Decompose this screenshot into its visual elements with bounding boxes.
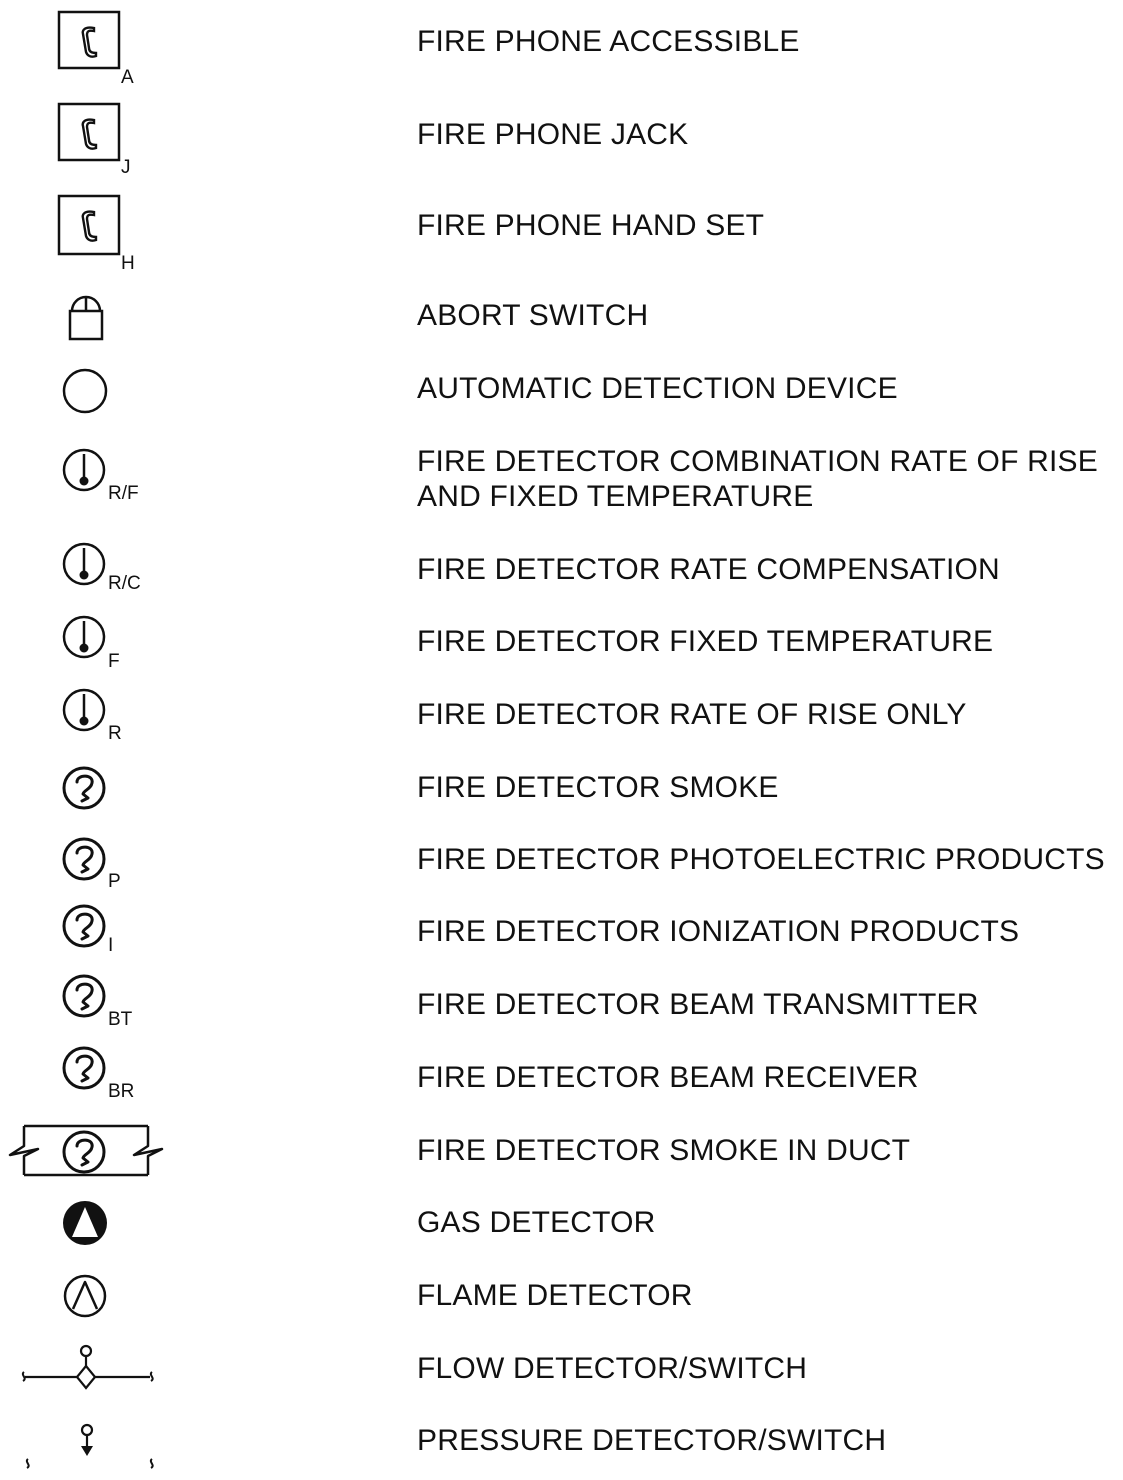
duct-smoke-detector-icon [0,1112,180,1186]
legend-row-abort-switch: ABORT SWITCH [0,278,1123,354]
legend-label: FIRE DETECTOR COMBINATION RATE OF RISE [417,445,1098,478]
legend-row-fire-phone-jack: J FIRE PHONE JACK [0,92,1123,184]
symbol-subscript: F [108,651,120,672]
legend-row-fire-phone-accessible: A FIRE PHONE ACCESSIBLE [0,0,1123,92]
smoke-detector-icon [0,896,160,968]
legend-label: FIRE DETECTOR PHOTOELECTRIC PRODUCTS [417,843,1105,876]
smoke-detector-icon [0,1040,160,1112]
legend-label: FIRE DETECTOR RATE COMPENSATION [417,553,1000,586]
thermometer-icon [0,534,160,606]
legend-row-fire-detector-rate-of-rise-fixed: R/F FIRE DETECTOR COMBINATION RATE OF RI… [0,434,1123,534]
legend-label: FLAME DETECTOR [417,1279,693,1312]
legend-row-flame-detector: FLAME DETECTOR [0,1258,1123,1332]
legend-row-fire-detector-ionization: I FIRE DETECTOR IONIZATION PRODUCTS [0,896,1123,968]
legend-row-fire-phone-hand-set: H FIRE PHONE HAND SET [0,184,1123,278]
legend-label: FIRE PHONE HAND SET [417,209,765,242]
legend-row-fire-detector-smoke: FIRE DETECTOR SMOKE [0,752,1123,824]
gas-detector-icon [63,1201,107,1245]
legend-label: FIRE DETECTOR BEAM TRANSMITTER [417,988,979,1021]
legend-label: AUTOMATIC DETECTION DEVICE [417,372,898,405]
symbol-subscript: I [108,935,114,956]
legend-row-fire-detector-rate-of-rise-only: R FIRE DETECTOR RATE OF RISE ONLY [0,678,1123,752]
symbol-subscript: R/C [108,573,141,594]
symbol-subscript: R [108,723,122,744]
thermometer-icon [0,678,160,752]
symbol-subscript: A [121,67,134,88]
legend-row-pressure-detector-switch: PRESSURE DETECTOR/SWITCH [0,1404,1123,1480]
legend-label: GAS DETECTOR [417,1206,656,1239]
legend-row-automatic-detection-device: AUTOMATIC DETECTION DEVICE [0,354,1123,434]
legend-label: FIRE DETECTOR SMOKE IN DUCT [417,1134,911,1167]
symbol-subscript: BT [108,1009,133,1030]
legend-label: FIRE PHONE ACCESSIBLE [417,25,800,58]
symbol-subscript: H [121,253,135,274]
legend-label: FLOW DETECTOR/SWITCH [417,1352,808,1385]
legend-row-flow-detector-switch: FLOW DETECTOR/SWITCH [0,1332,1123,1404]
legend-label-line-2: AND FIXED TEMPERATURE [417,480,814,513]
fire-phone-icon [0,92,160,184]
smoke-detector-icon [0,752,160,824]
legend-row-fire-detector-beam-receiver: BR FIRE DETECTOR BEAM RECEIVER [0,1040,1123,1112]
legend-row-fire-detector-fixed-temperature: F FIRE DETECTOR FIXED TEMPERATURE [0,606,1123,678]
symbol-subscript: P [108,871,121,892]
circle-icon [0,354,160,434]
fire-phone-icon [0,184,160,278]
flame-detector-icon [0,1258,160,1332]
legend-label: FIRE DETECTOR RATE OF RISE ONLY [417,698,967,731]
symbol-subscript: J [121,157,131,178]
smoke-detector-icon [0,824,160,896]
abort-switch-icon [0,278,160,354]
smoke-detector-icon [0,968,160,1040]
legend-row-fire-detector-rate-compensation: R/C FIRE DETECTOR RATE COMPENSATION [0,534,1123,606]
legend-label: PRESSURE DETECTOR/SWITCH [417,1424,887,1457]
flow-switch-icon [0,1332,180,1404]
legend-row-gas-detector: GAS DETECTOR [0,1186,1123,1258]
legend-row-fire-detector-beam-transmitter: BT FIRE DETECTOR BEAM TRANSMITTER [0,968,1123,1040]
legend-label: FIRE DETECTOR BEAM RECEIVER [417,1061,919,1094]
legend-label: FIRE DETECTOR SMOKE [417,771,779,804]
symbol-subscript: R/F [108,483,139,504]
legend-label: FIRE DETECTOR FIXED TEMPERATURE [417,625,994,658]
symbol-subscript: BR [108,1081,135,1102]
legend-row-fire-detector-smoke-in-duct: FIRE DETECTOR SMOKE IN DUCT [0,1112,1123,1186]
legend-label: ABORT SWITCH [417,299,649,332]
legend-label: FIRE DETECTOR IONIZATION PRODUCTS [417,915,1020,948]
fire-phone-icon [0,0,160,92]
pressure-switch-icon [0,1404,180,1480]
thermometer-icon [0,606,160,678]
legend-row-fire-detector-photoelectric: P FIRE DETECTOR PHOTOELECTRIC PRODUCTS [0,824,1123,896]
legend-label: FIRE PHONE JACK [417,118,689,151]
